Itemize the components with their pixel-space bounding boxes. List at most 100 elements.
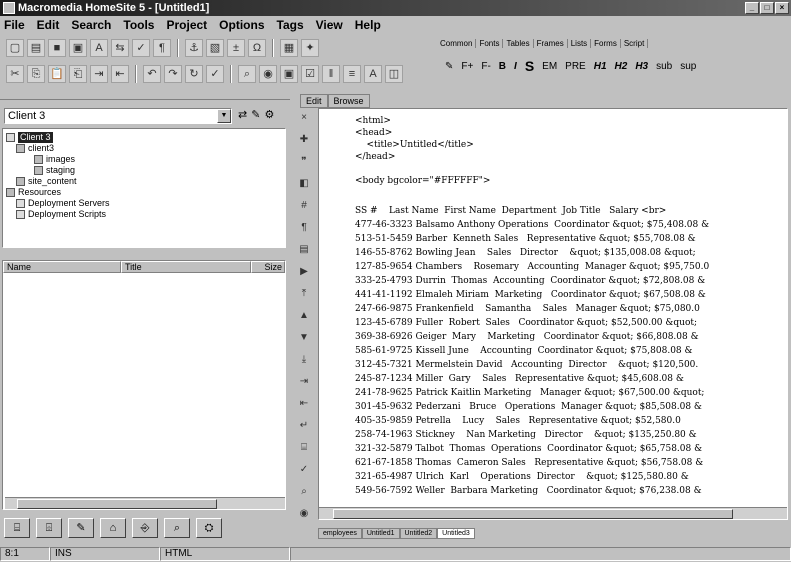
tree-item[interactable]: Deployment Servers	[6, 198, 282, 209]
omega-icon[interactable]: Ω	[248, 39, 266, 57]
play-icon[interactable]: ▶	[296, 264, 312, 280]
browser-icon[interactable]: ◉	[296, 506, 312, 522]
bold-button[interactable]: B	[499, 61, 506, 72]
menu-project[interactable]: Project	[166, 18, 207, 32]
project-combo[interactable]: Client 3 ▼	[4, 108, 232, 124]
menu-view[interactable]: View	[316, 18, 343, 32]
new-icon[interactable]: ▢	[6, 39, 24, 57]
tag-check-icon[interactable]: ✓	[206, 65, 224, 83]
validate-icon[interactable]: ☑	[301, 65, 319, 83]
tab-common[interactable]: Common	[437, 38, 477, 48]
files-tab-icon[interactable]: ⌸	[4, 518, 30, 538]
save-all-icon[interactable]: ▣	[69, 39, 87, 57]
copy-icon[interactable]: ⎘	[27, 65, 45, 83]
tree-item[interactable]: Resources	[6, 187, 282, 198]
snippets-tab-icon[interactable]: ✎	[68, 518, 94, 538]
validator-icon[interactable]: ✓	[296, 462, 312, 478]
tree-item[interactable]: images	[6, 154, 282, 165]
doc-tab-untitled2[interactable]: Untitled2	[399, 528, 438, 539]
tab-script[interactable]: Script	[621, 38, 649, 48]
doc-tab-untitled1[interactable]: Untitled1	[361, 528, 400, 539]
browse-icon[interactable]: ◉	[259, 65, 277, 83]
tag-inspector-tab-icon[interactable]: ⎆	[132, 518, 158, 538]
tab-forms[interactable]: Forms	[591, 38, 621, 48]
maximize-icon[interactable]: □	[760, 2, 774, 14]
menu-help[interactable]: Help	[355, 18, 381, 32]
em-button[interactable]: EM	[542, 61, 557, 72]
top-icon[interactable]: ⤒	[296, 286, 312, 302]
menu-file[interactable]: File	[4, 18, 25, 32]
italic-button[interactable]: I	[514, 61, 517, 72]
paste-special-icon[interactable]: ⎗	[69, 65, 87, 83]
preview-icon[interactable]: ▣	[280, 65, 298, 83]
spell-icon[interactable]: ✓	[132, 39, 150, 57]
indent-block-icon[interactable]: ⇥	[296, 374, 312, 390]
tab-edit[interactable]: Edit	[300, 94, 328, 108]
menu-tools[interactable]: Tools	[123, 18, 154, 32]
sub-button[interactable]: sub	[656, 61, 672, 72]
refresh-icon[interactable]: ↻	[185, 65, 203, 83]
tab-frames[interactable]: Frames	[534, 38, 568, 48]
doc-tab-employees[interactable]: employees	[318, 528, 362, 539]
doc-tab-untitled3[interactable]: Untitled3	[437, 528, 475, 539]
tree-item[interactable]: client3	[6, 143, 282, 154]
color-icon[interactable]: ◫	[385, 65, 403, 83]
menu-edit[interactable]: Edit	[37, 18, 60, 32]
paste-icon[interactable]: 📋	[48, 65, 66, 83]
menu-search[interactable]: Search	[71, 18, 111, 32]
minimize-icon[interactable]: _	[745, 2, 759, 14]
projects-tab-icon[interactable]: ⌹	[36, 518, 62, 538]
close-document-icon[interactable]: ×	[296, 110, 312, 126]
menu-options[interactable]: Options	[219, 18, 264, 32]
open-icon[interactable]: ▤	[27, 39, 45, 57]
redo-icon[interactable]: ↷	[164, 65, 182, 83]
tree-item[interactable]: site_content	[6, 176, 282, 187]
down-icon[interactable]: ▼	[296, 330, 312, 346]
wrap-icon[interactable]: ↵	[296, 418, 312, 434]
tab-browse[interactable]: Browse	[327, 94, 370, 108]
format-icon[interactable]: ¶	[153, 39, 171, 57]
wizard-icon[interactable]: ✦	[301, 39, 319, 57]
quote-icon[interactable]: ❞	[296, 154, 312, 170]
horizontal-scrollbar[interactable]	[5, 497, 285, 509]
pre-button[interactable]: PRE	[565, 61, 586, 72]
tree-item[interactable]: Deployment Scripts	[6, 209, 282, 220]
strikethrough-button[interactable]: S	[525, 58, 534, 74]
replace-icon[interactable]: ⇆	[111, 39, 129, 57]
find-icon[interactable]: A	[90, 39, 108, 57]
insert-icon[interactable]: ≡	[343, 65, 361, 83]
tab-lists[interactable]: Lists	[568, 38, 592, 48]
edit-project-icon[interactable]: ✎	[251, 108, 260, 121]
table-icon[interactable]: ▦	[280, 39, 298, 57]
outdent-block-icon[interactable]: ⇤	[296, 396, 312, 412]
plus-icon[interactable]: ±	[227, 39, 245, 57]
editor-horizontal-scrollbar[interactable]	[319, 507, 787, 519]
bookmark-icon[interactable]: ▤	[296, 242, 312, 258]
font-icon[interactable]: A	[364, 65, 382, 83]
split-icon[interactable]: ‖	[322, 65, 340, 83]
save-icon[interactable]: ■	[48, 39, 66, 57]
outdent-icon[interactable]: ⇤	[111, 65, 129, 83]
tab-tables[interactable]: Tables	[503, 38, 534, 48]
design-tab-icon[interactable]: ⛭	[196, 518, 222, 538]
scroll-thumb[interactable]	[333, 509, 733, 519]
open-project-icon[interactable]: ⇄	[238, 108, 247, 121]
indent-icon[interactable]: ⇥	[90, 65, 108, 83]
h1-button[interactable]: H1	[594, 61, 607, 72]
search-tab-icon[interactable]: ⌕	[164, 518, 190, 538]
font-minus-button[interactable]: F-	[481, 61, 490, 72]
tab-fonts[interactable]: Fonts	[476, 38, 504, 48]
column-name[interactable]: Name	[3, 261, 121, 273]
tree-item[interactable]: Client 3	[6, 132, 282, 143]
paragraph-icon[interactable]: ¶	[296, 220, 312, 236]
up-icon[interactable]: ▲	[296, 308, 312, 324]
sup-button[interactable]: sup	[680, 61, 696, 72]
toggle-icon[interactable]: ◧	[296, 176, 312, 192]
tree-item[interactable]: staging	[6, 165, 282, 176]
comment-icon[interactable]: ⌸	[296, 440, 312, 456]
pin-icon[interactable]: ✚	[296, 132, 312, 148]
anchor-icon[interactable]: ⚓	[185, 39, 203, 57]
search-icon[interactable]: ⌕	[296, 484, 312, 500]
code-editor[interactable]: <html> <head> <title>Untitled</title> </…	[318, 108, 788, 520]
undo-icon[interactable]: ↶	[143, 65, 161, 83]
